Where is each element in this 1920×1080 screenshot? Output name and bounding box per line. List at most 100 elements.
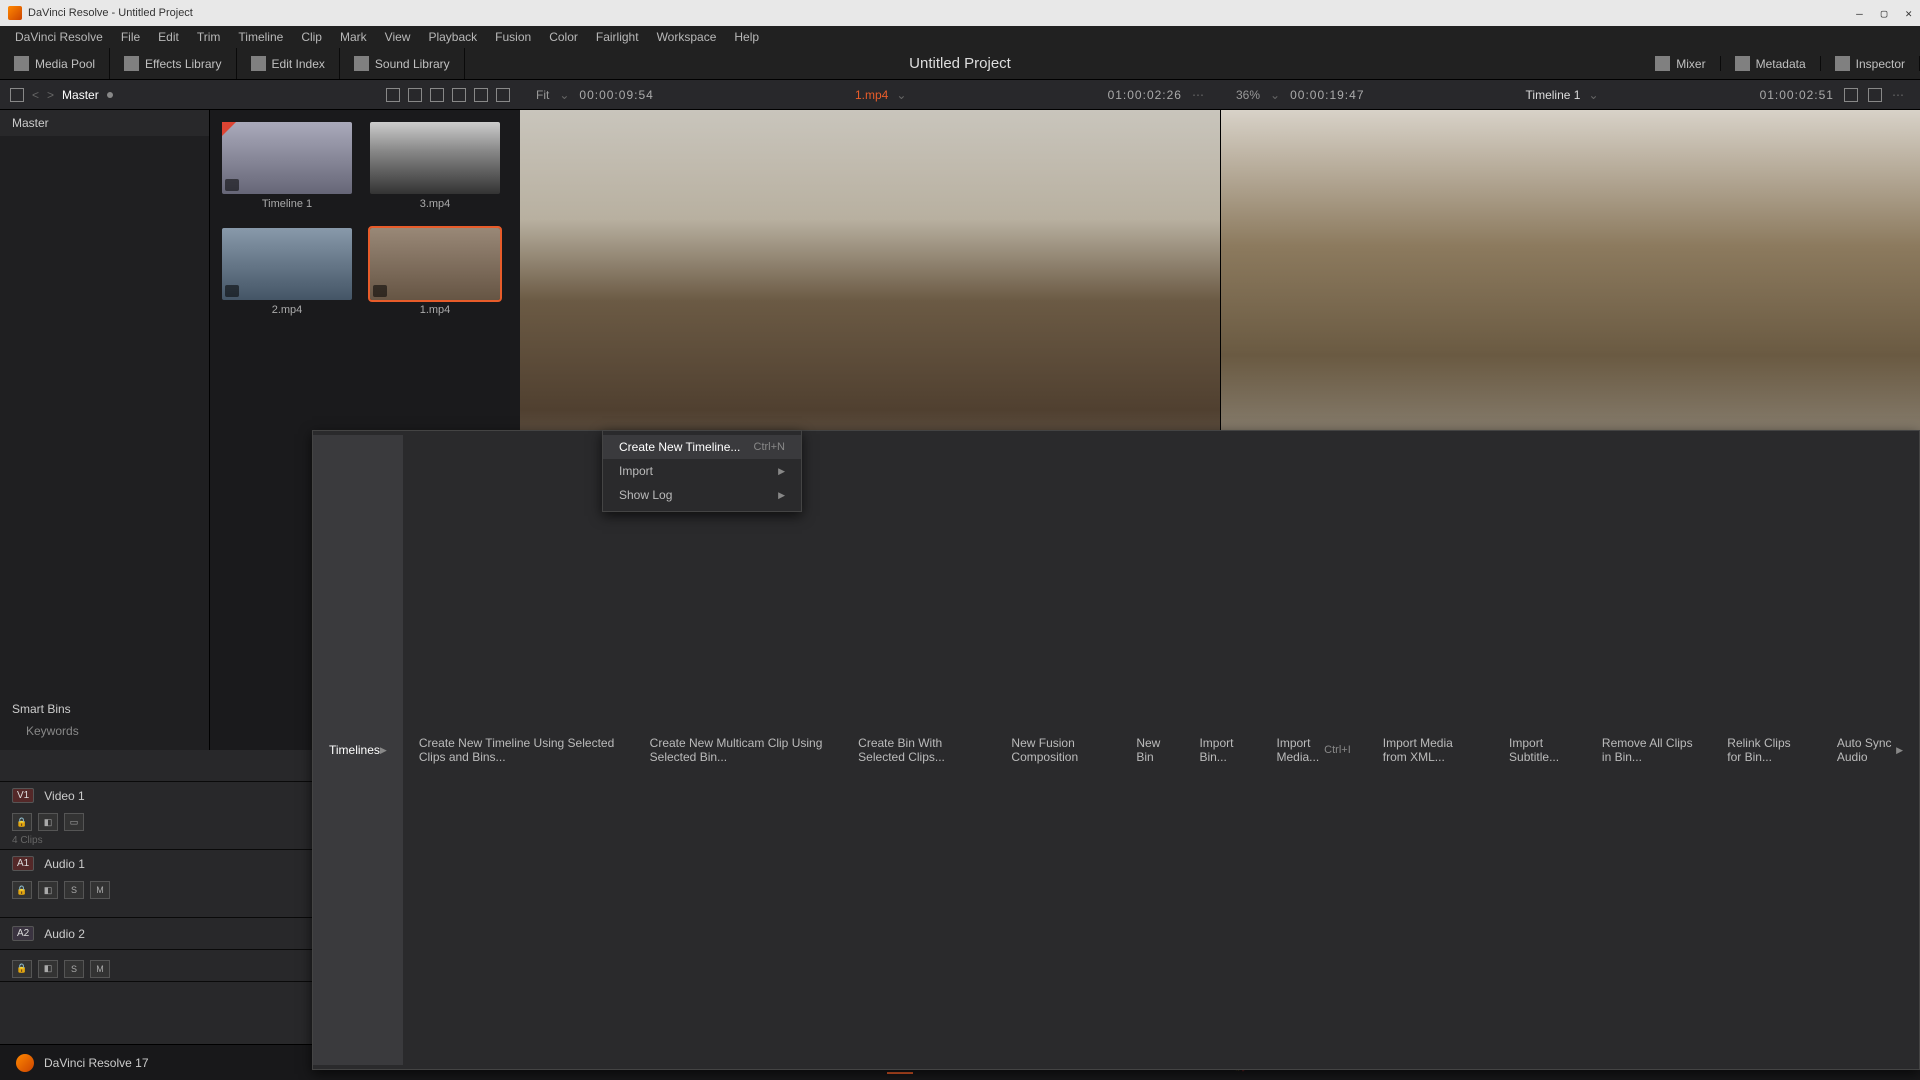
media-pool-toggle[interactable]: Media Pool	[0, 48, 110, 79]
mute-button[interactable]: M	[90, 960, 110, 978]
thumb-timeline-1[interactable]: Timeline 1	[222, 122, 352, 210]
src-current-tc: 01:00:02:26	[1108, 88, 1182, 102]
timeline-badge-icon	[225, 179, 239, 191]
maximize-button[interactable]: ▢	[1881, 7, 1888, 20]
sound-library-toggle[interactable]: Sound Library	[340, 48, 465, 79]
filter-icon[interactable]	[474, 88, 488, 102]
menu-playback[interactable]: Playback	[419, 27, 486, 47]
search-icon[interactable]	[452, 88, 466, 102]
keywords-bin[interactable]: Keywords	[12, 720, 197, 742]
edit-index-icon	[251, 56, 266, 71]
list-view-icon[interactable]	[386, 88, 400, 102]
src-zoom[interactable]: Fit	[536, 88, 549, 102]
src-duration-tc: 00:00:09:54	[579, 88, 653, 102]
bin-view-icon[interactable]	[10, 88, 24, 102]
disable-video-icon[interactable]: ▭	[64, 813, 84, 831]
version-label: DaVinci Resolve 17	[44, 1056, 149, 1070]
ctx-relink-clips[interactable]: Relink Clips for Bin...	[1711, 435, 1821, 1065]
ctx-auto-sync[interactable]: Auto Sync Audio▶	[1821, 435, 1919, 1065]
auto-select-icon[interactable]: ◧	[38, 881, 58, 899]
ctx-import-xml[interactable]: Import Media from XML...	[1367, 435, 1493, 1065]
menu-trim[interactable]: Trim	[188, 27, 230, 47]
ctx-new-bin[interactable]: New Bin	[1120, 435, 1183, 1065]
audio-badge-icon	[225, 285, 239, 297]
ctx-new-fusion[interactable]: New Fusion Composition	[995, 435, 1120, 1065]
lock-icon[interactable]: 🔒	[12, 960, 32, 978]
thumb-2mp4[interactable]: 2.mp4	[222, 228, 352, 316]
used-marker-icon	[222, 122, 236, 136]
sort-icon[interactable]	[430, 88, 444, 102]
ctx-import-bin[interactable]: Import Bin...	[1183, 435, 1260, 1065]
window-title: DaVinci Resolve - Untitled Project	[28, 7, 193, 19]
menu-edit[interactable]: Edit	[149, 27, 188, 47]
effects-toggle[interactable]: Effects Library	[110, 48, 236, 79]
menu-view[interactable]: View	[376, 27, 420, 47]
menu-davinci[interactable]: DaVinci Resolve	[6, 27, 112, 47]
bin-path[interactable]: Master	[62, 88, 99, 102]
context-menu: Timelines▶ Create New Timeline Using Sel…	[312, 430, 1920, 1070]
edit-index-toggle[interactable]: Edit Index	[237, 48, 340, 79]
audio-badge-icon	[373, 285, 387, 297]
lock-icon[interactable]: 🔒	[12, 813, 32, 831]
bin-sidebar: Master Smart Bins Keywords	[0, 110, 210, 750]
ctx-import-sub[interactable]: Import▶	[603, 459, 801, 483]
media-pool-icon	[14, 56, 29, 71]
menu-color[interactable]: Color	[540, 27, 587, 47]
inspector-toggle[interactable]: Inspector	[1821, 56, 1920, 71]
ctx-show-log[interactable]: Show Log▶	[603, 483, 801, 507]
thumb-1mp4[interactable]: 1.mp4	[370, 228, 500, 316]
minimize-button[interactable]: —	[1856, 7, 1863, 20]
menu-clip[interactable]: Clip	[292, 27, 331, 47]
titlebar: DaVinci Resolve - Untitled Project — ▢ ✕	[0, 0, 1920, 26]
menubar: DaVinci Resolve File Edit Trim Timeline …	[0, 26, 1920, 48]
video-scopes-icon[interactable]	[1844, 88, 1858, 102]
ctx-import-media[interactable]: Import Media...Ctrl+I	[1261, 435, 1367, 1065]
solo-button[interactable]: S	[64, 960, 84, 978]
options-icon[interactable]	[496, 88, 510, 102]
src-clip-name[interactable]: 1.mp4	[855, 88, 888, 102]
auto-select-icon[interactable]: ◧	[38, 813, 58, 831]
thumb-3mp4[interactable]: 3.mp4	[370, 122, 500, 210]
mute-button[interactable]: M	[90, 881, 110, 899]
menu-fairlight[interactable]: Fairlight	[587, 27, 648, 47]
secondary-bar: <> Master Fit⌄ 00:00:09:54 1.mp4⌄ 01:00:…	[0, 80, 1920, 110]
smart-bins-header[interactable]: Smart Bins	[12, 698, 197, 720]
grid-view-icon[interactable]	[408, 88, 422, 102]
app-icon	[8, 6, 22, 20]
ctx-create-bin-selected[interactable]: Create Bin With Selected Clips...	[842, 435, 995, 1065]
sound-icon	[354, 56, 369, 71]
menu-help[interactable]: Help	[725, 27, 768, 47]
master-bin[interactable]: Master	[0, 110, 209, 136]
ctx-create-new-timeline[interactable]: Create New Timeline...Ctrl+N	[603, 435, 801, 459]
ctx-import-subtitle[interactable]: Import Subtitle...	[1493, 435, 1586, 1065]
auto-select-icon[interactable]: ◧	[38, 960, 58, 978]
prog-zoom[interactable]: 36%	[1236, 88, 1260, 102]
ctx-remove-clips[interactable]: Remove All Clips in Bin...	[1586, 435, 1711, 1065]
mixer-toggle[interactable]: Mixer	[1641, 56, 1720, 71]
project-title: Untitled Project	[909, 55, 1011, 72]
context-submenu: Create New Timeline...Ctrl+N Import▶ Sho…	[602, 430, 802, 512]
solo-button[interactable]: S	[64, 881, 84, 899]
menu-file[interactable]: File	[112, 27, 149, 47]
menu-workspace[interactable]: Workspace	[648, 27, 726, 47]
menu-timeline[interactable]: Timeline	[229, 27, 292, 47]
window-controls: — ▢ ✕	[1856, 7, 1912, 20]
prog-timeline-name[interactable]: Timeline 1	[1526, 88, 1581, 102]
metadata-toggle[interactable]: Metadata	[1721, 56, 1821, 71]
single-viewer-icon[interactable]	[1868, 88, 1882, 102]
lock-icon[interactable]: 🔒	[12, 881, 32, 899]
close-button[interactable]: ✕	[1905, 7, 1912, 20]
menu-mark[interactable]: Mark	[331, 27, 376, 47]
resolve-logo-icon	[16, 1054, 34, 1072]
mixer-icon	[1655, 56, 1670, 71]
prog-current-tc: 01:00:02:51	[1760, 88, 1834, 102]
effects-icon	[124, 56, 139, 71]
top-toolbar: Media Pool Effects Library Edit Index So…	[0, 48, 1920, 80]
status-dot	[107, 92, 113, 98]
ctx-create-timeline-selected[interactable]: Create New Timeline Using Selected Clips…	[403, 435, 634, 1065]
ctx-create-multicam[interactable]: Create New Multicam Clip Using Selected …	[634, 435, 843, 1065]
menu-fusion[interactable]: Fusion	[486, 27, 540, 47]
ctx-timelines[interactable]: Timelines▶	[313, 435, 403, 1065]
prog-duration-tc: 00:00:19:47	[1290, 88, 1364, 102]
inspector-icon	[1835, 56, 1850, 71]
